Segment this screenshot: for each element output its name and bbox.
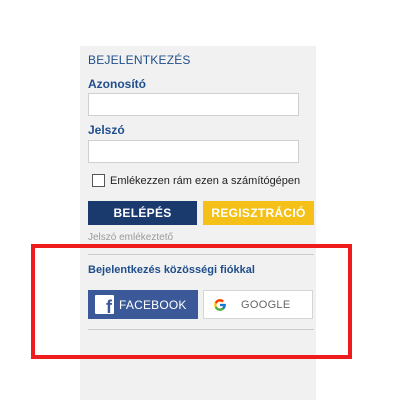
remember-me-row[interactable]: Emlékezzen rám ezen a számítógépen bbox=[92, 174, 300, 187]
id-input[interactable] bbox=[88, 93, 299, 116]
remember-me-checkbox[interactable] bbox=[92, 174, 105, 187]
login-button[interactable]: BELÉPÉS bbox=[88, 201, 197, 225]
login-title: BEJELENTKEZÉS bbox=[88, 53, 191, 67]
remember-me-label: Emlékezzen rám ezen a számítógépen bbox=[110, 174, 301, 187]
forgot-password-link[interactable]: Jelszó emlékeztető bbox=[88, 232, 173, 243]
highlight-box bbox=[31, 244, 352, 359]
password-field-label: Jelszó bbox=[88, 123, 125, 137]
register-button[interactable]: REGISZTRÁCIÓ bbox=[203, 201, 314, 225]
id-field-label: Azonosító bbox=[88, 77, 146, 91]
password-input[interactable] bbox=[88, 140, 299, 163]
